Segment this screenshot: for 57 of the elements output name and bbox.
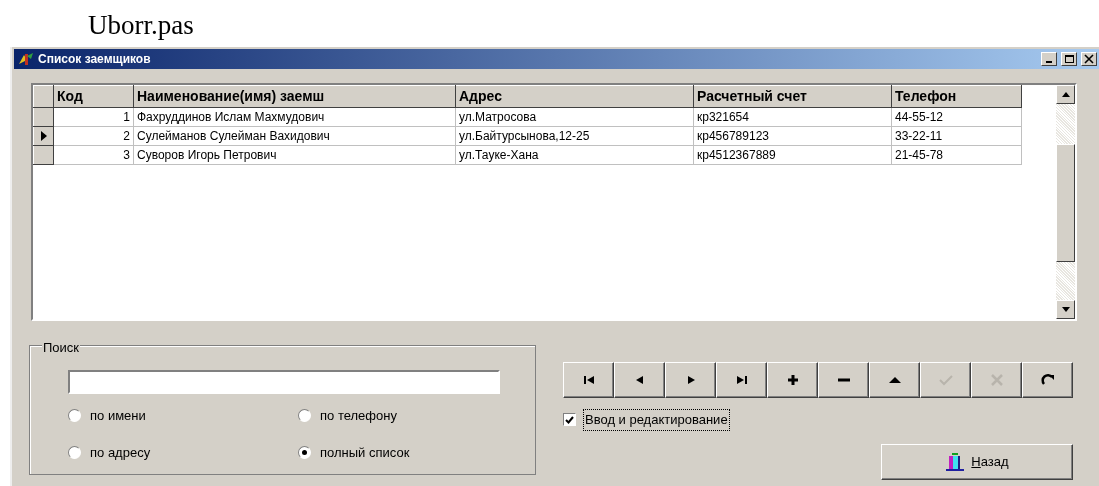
navigator-button[interactable]	[1022, 362, 1073, 398]
table-cell: 1	[53, 107, 134, 127]
table-cell: 2	[53, 126, 134, 146]
search-field[interactable]	[68, 370, 500, 394]
column-header[interactable]: Код	[53, 85, 134, 108]
column-header[interactable]: Адрес	[455, 85, 694, 108]
navigator-button[interactable]	[563, 362, 614, 398]
table-cell: ул.Тауке-Хана	[455, 145, 694, 165]
table-cell: 44-55-12	[891, 107, 1022, 127]
down-arrow-icon	[1061, 307, 1070, 312]
document-caption: Uborr.pas	[87, 9, 194, 42]
maximize-icon	[1064, 54, 1074, 64]
close-button[interactable]	[1081, 52, 1097, 66]
table-cell: ул.Матросова	[455, 107, 694, 127]
up-arrow-icon	[1061, 92, 1070, 97]
radio-label: полный список	[320, 443, 410, 462]
radio-button[interactable]	[298, 445, 311, 459]
radio-label: по телефону	[320, 407, 397, 425]
window-title: Список заемщиков	[38, 51, 152, 68]
navigator-button[interactable]	[818, 362, 869, 398]
door-icon	[945, 451, 966, 472]
table-cell: ул.Байтурсынова,12-25	[455, 126, 694, 146]
column-header[interactable]: Расчетный счет	[693, 85, 892, 108]
close-icon	[1084, 54, 1094, 64]
scroll-thumb[interactable]	[1056, 144, 1075, 262]
table-cell: 3	[53, 145, 134, 165]
table-cell: кр321654	[693, 107, 892, 127]
maximize-button[interactable]	[1061, 52, 1077, 66]
checkbox-label: Ввод и редактирование	[584, 410, 729, 430]
navigator-button[interactable]	[869, 362, 920, 398]
navigator-button[interactable]	[716, 362, 767, 398]
radio-label: по адресу	[90, 443, 151, 462]
scroll-down-button[interactable]	[1056, 300, 1075, 319]
current-row-icon	[39, 130, 48, 142]
navigator-button[interactable]	[767, 362, 818, 398]
scroll-up-button[interactable]	[1056, 85, 1075, 104]
table-cell: 33-22-11	[891, 126, 1022, 146]
checkbox[interactable]	[563, 413, 576, 427]
table-cell: Суворов Игорь Петрович	[133, 145, 456, 165]
radio-label: по имени	[90, 407, 146, 425]
table-cell: 21-45-78	[891, 145, 1022, 165]
minimize-button[interactable]	[1041, 52, 1057, 66]
column-header[interactable]: Наименование(имя) заемш	[133, 85, 456, 108]
radio-button[interactable]	[68, 445, 81, 459]
table-cell: кр4512367889	[693, 145, 892, 165]
minimize-icon	[1046, 61, 1052, 63]
column-header[interactable]: Телефон	[891, 85, 1022, 108]
navigator-button[interactable]	[665, 362, 716, 398]
table-cell: кр456789123	[693, 126, 892, 146]
radio-button[interactable]	[298, 409, 311, 423]
navigator-button[interactable]	[614, 362, 665, 398]
scrollbar[interactable]	[1056, 85, 1075, 319]
app-icon	[18, 52, 34, 66]
back-button[interactable]: Назад	[881, 443, 1073, 480]
table-cell: Сулейманов Сулейман Вахидович	[133, 126, 456, 146]
radio-button[interactable]	[68, 409, 81, 423]
table-cell: Фахруддинов Ислам Махмудович	[133, 107, 456, 127]
